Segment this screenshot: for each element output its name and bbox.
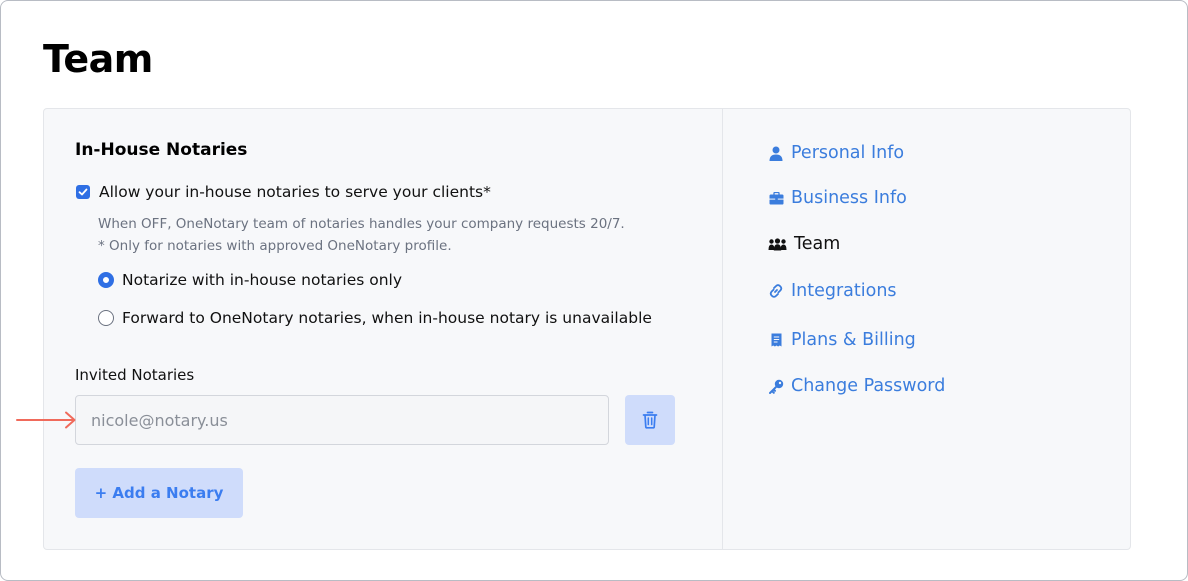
invited-notaries-label: Invited Notaries bbox=[75, 366, 195, 384]
nav-item-plans-billing[interactable]: Plans & Billing bbox=[768, 330, 916, 350]
nav-item-team[interactable]: Team bbox=[768, 234, 840, 254]
nav-item-change-password[interactable]: Change Password bbox=[768, 376, 945, 396]
column-divider bbox=[722, 109, 723, 549]
nav-item-label: Plans & Billing bbox=[791, 330, 916, 350]
team-icon bbox=[768, 236, 787, 252]
briefcase-icon bbox=[768, 190, 784, 206]
link-icon bbox=[768, 283, 784, 299]
help-text-line: When OFF, OneNotary team of notaries han… bbox=[98, 216, 625, 232]
page-title: Team bbox=[43, 37, 153, 81]
nav-item-label: Business Info bbox=[791, 188, 907, 208]
receipt-icon bbox=[768, 332, 784, 348]
add-notary-button[interactable]: + Add a Notary bbox=[75, 468, 243, 518]
section-heading: In-House Notaries bbox=[75, 140, 248, 160]
nav-item-label: Team bbox=[794, 234, 841, 254]
radio-label: Notarize with in-house notaries only bbox=[122, 271, 403, 289]
nav-item-label: Integrations bbox=[791, 281, 897, 301]
nav-item-integrations[interactable]: Integrations bbox=[768, 281, 897, 301]
delete-notary-button[interactable] bbox=[625, 395, 675, 445]
nav-item-label: Change Password bbox=[791, 376, 946, 396]
radio-label: Forward to OneNotary notaries, when in-h… bbox=[122, 309, 652, 327]
checkmark-icon bbox=[78, 188, 88, 196]
user-icon bbox=[768, 145, 784, 161]
settings-panel: In-House Notaries Allow your in-house no… bbox=[43, 108, 1131, 550]
nav-item-label: Personal Info bbox=[791, 143, 905, 163]
help-text-line: * Only for notaries with approved OneNot… bbox=[98, 237, 452, 254]
radio-in-house-only[interactable]: Notarize with in-house notaries only bbox=[98, 271, 402, 289]
notary-email-input[interactable] bbox=[75, 395, 609, 445]
nav-item-business-info[interactable]: Business Info bbox=[768, 188, 907, 208]
nav-item-personal-info[interactable]: Personal Info bbox=[768, 143, 904, 163]
trash-icon bbox=[642, 411, 658, 429]
radio-forward-to-onenotary[interactable]: Forward to OneNotary notaries, when in-h… bbox=[98, 309, 652, 327]
radio-button[interactable] bbox=[98, 310, 114, 326]
allow-notaries-label: Allow your in-house notaries to serve yo… bbox=[99, 183, 491, 201]
annotation-arrow-icon bbox=[16, 411, 76, 429]
key-icon bbox=[768, 378, 784, 394]
app-window: Team In-House Notaries Allow your in-hou… bbox=[0, 0, 1188, 581]
help-text: When OFF, OneNotary team of notaries han… bbox=[98, 214, 625, 257]
radio-button-selected[interactable] bbox=[98, 272, 114, 288]
allow-notaries-checkbox-row[interactable]: Allow your in-house notaries to serve yo… bbox=[76, 183, 491, 201]
allow-notaries-checkbox[interactable] bbox=[76, 185, 90, 199]
